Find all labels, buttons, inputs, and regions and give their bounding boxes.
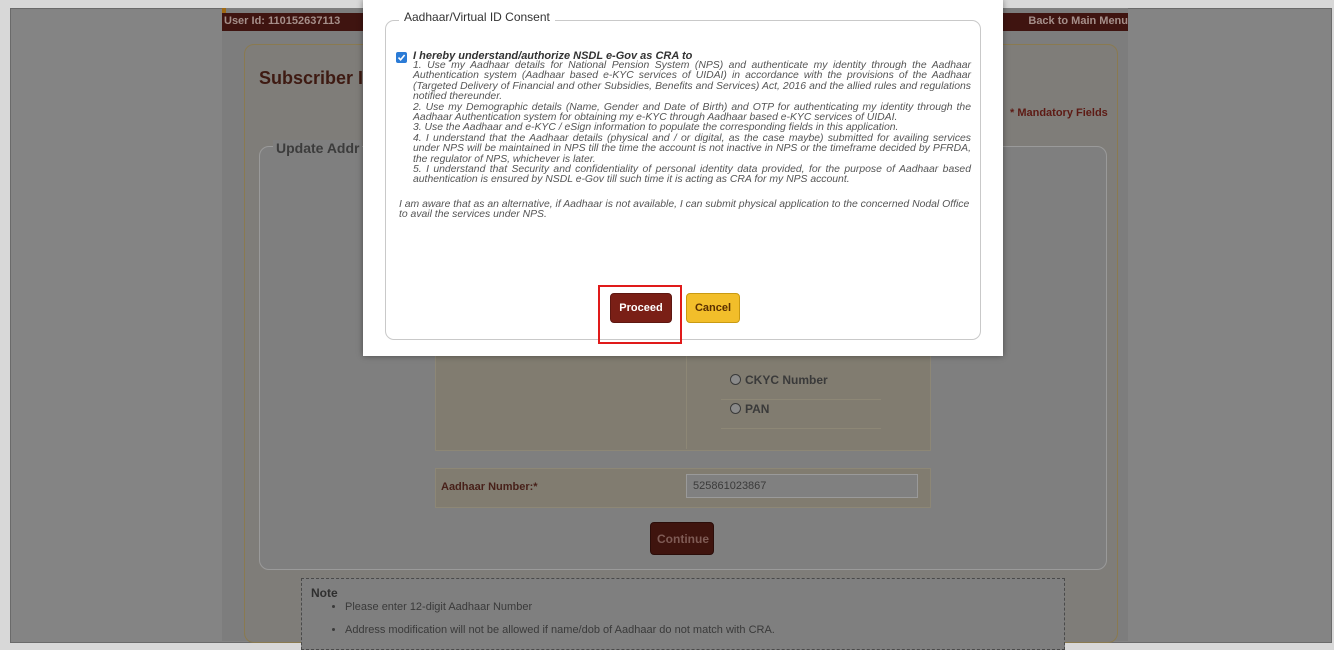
proceed-highlight-box: [598, 285, 682, 344]
mandatory-fields-note: * Mandatory Fields: [1010, 107, 1108, 119]
note-item: Address modification will not be allowed…: [345, 624, 775, 637]
radio-option-pan[interactable]: PAN: [721, 402, 881, 429]
consent-point: 4. I understand that the Aadhaar details…: [413, 132, 971, 165]
consent-modal: Aadhaar/Virtual ID Consent I hereby unde…: [363, 0, 1003, 356]
update-address-legend: Update Addr: [273, 140, 363, 156]
page-title: Subscriber I: [259, 68, 364, 88]
consent-point: 1. Use my Aadhaar details for National P…: [413, 60, 971, 103]
options-separator: [686, 355, 687, 449]
aadhaar-number-label: Aadhaar Number:*: [441, 481, 538, 493]
consent-legend: Aadhaar/Virtual ID Consent: [399, 10, 555, 24]
ckyc-label: CKYC Number: [745, 373, 828, 387]
note-list: Please enter 12-digit Aadhaar Number Add…: [327, 601, 775, 647]
consent-point: 5. I understand that Security and confid…: [413, 164, 971, 186]
radio-option-ckyc[interactable]: CKYC Number: [721, 373, 881, 400]
radio-circle-icon[interactable]: [730, 374, 741, 385]
continue-button[interactable]: Continue: [650, 522, 714, 555]
radio-circle-icon[interactable]: [730, 403, 741, 414]
cancel-button[interactable]: Cancel: [686, 293, 740, 323]
consent-closing: I am aware that as an alternative, if Aa…: [399, 198, 970, 221]
pan-label: PAN: [745, 402, 770, 416]
note-title: Note: [311, 586, 338, 600]
aadhaar-number-input[interactable]: [686, 474, 918, 498]
back-to-main-menu-link[interactable]: Back to Main Menu: [1028, 15, 1128, 27]
user-id-text: User Id: 110152637113: [224, 15, 341, 27]
consent-point: 2. Use my Demographic details (Name, Gen…: [413, 101, 971, 124]
note-item: Please enter 12-digit Aadhaar Number: [345, 601, 775, 614]
consent-body: 1. Use my Aadhaar details for National P…: [399, 60, 971, 221]
